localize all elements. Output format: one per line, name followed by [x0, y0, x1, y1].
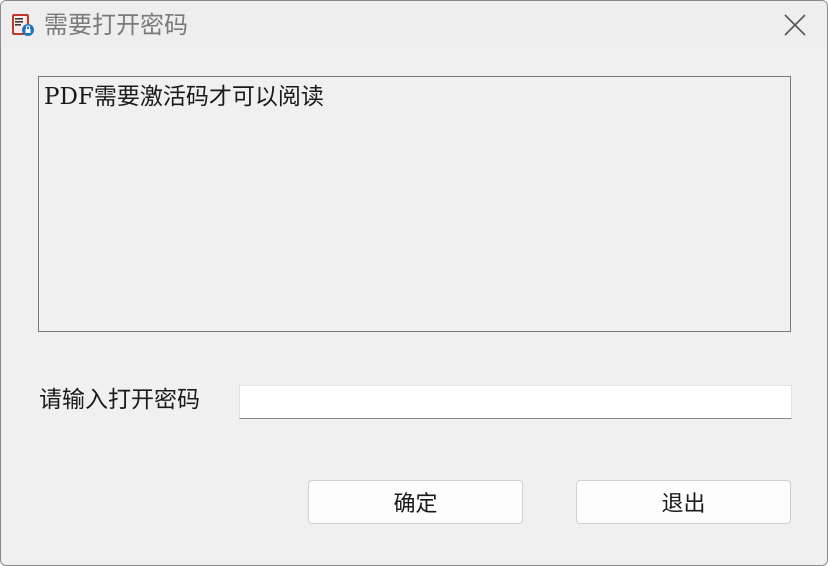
message-panel: PDF需要激活码才可以阅读: [38, 76, 791, 332]
ok-button[interactable]: 确定: [308, 480, 523, 524]
pdf-lock-icon: [11, 13, 35, 37]
title-bar: 需要打开密码: [1, 1, 827, 49]
password-label: 请输入打开密码: [39, 387, 200, 413]
window-title: 需要打开密码: [44, 11, 188, 39]
close-icon: [784, 14, 806, 36]
exit-button[interactable]: 退出: [576, 480, 791, 524]
password-input[interactable]: [239, 385, 792, 419]
message-text: PDF需要激活码才可以阅读: [44, 84, 324, 110]
close-button[interactable]: [771, 7, 819, 43]
password-dialog: 需要打开密码 PDF需要激活码才可以阅读 请输入打开密码 确定 退出: [0, 0, 828, 566]
